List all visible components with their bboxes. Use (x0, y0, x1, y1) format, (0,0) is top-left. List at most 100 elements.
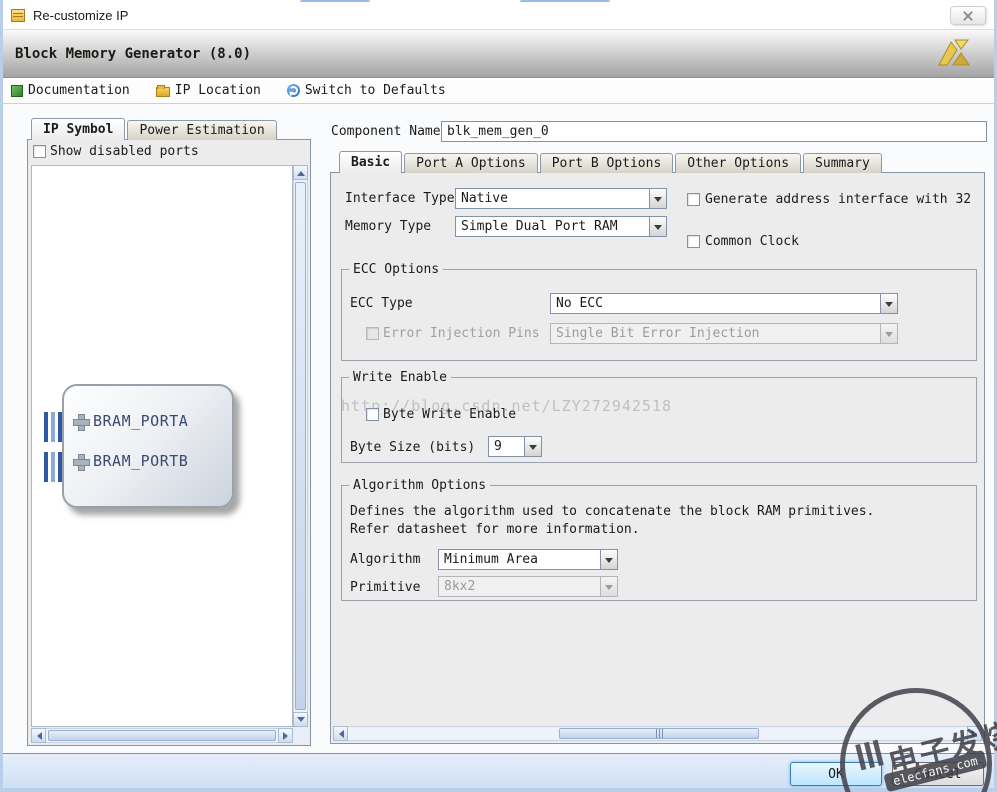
expand-port-icon[interactable] (73, 414, 88, 429)
ecc-type-select[interactable]: No ECC (550, 293, 898, 314)
byte-write-enable-checkbox[interactable] (366, 408, 379, 421)
scroll-left-button[interactable] (31, 728, 46, 743)
scroll-right-button[interactable] (967, 726, 982, 741)
interface-type-value: Native (461, 191, 508, 206)
algorithm-options-group: Algorithm Options Defines the algorithm … (341, 485, 977, 601)
dialog-icon (11, 9, 25, 22)
primitive-label: Primitive (350, 578, 420, 598)
chevron-down-icon (649, 217, 666, 236)
ecc-type-value: No ECC (556, 296, 603, 311)
title-bar: Re-customize IP (3, 2, 994, 30)
generate-address-checkbox[interactable] (687, 193, 700, 206)
scroll-grip-icon (656, 729, 663, 738)
byte-size-value: 9 (494, 439, 502, 454)
chevron-down-icon (649, 189, 666, 208)
documentation-button[interactable]: Documentation (11, 83, 130, 98)
left-panel: IP Symbol Power Estimation Show disabled… (27, 118, 311, 746)
show-disabled-ports-row: Show disabled ports (33, 144, 199, 159)
options-horizontal-scrollbar[interactable] (333, 726, 982, 741)
algorithm-select[interactable]: Minimum Area (438, 549, 618, 570)
chevron-down-icon (880, 294, 897, 313)
ip-location-label: IP Location (175, 83, 261, 98)
right-panel: Component Name Basic Port A Options Port… (327, 118, 988, 746)
scroll-thumb[interactable] (48, 730, 276, 741)
common-clock-checkbox[interactable] (687, 235, 700, 248)
memory-type-value: Simple Dual Port RAM (461, 219, 618, 234)
close-button[interactable] (950, 6, 986, 25)
dialog-header: Block Memory Generator (8.0) (3, 30, 994, 78)
footer-bar: OK Cancel (3, 754, 994, 788)
common-clock-label: Common Clock (705, 232, 799, 252)
algorithm-description-line1: Defines the algorithm used to concatenat… (350, 502, 874, 522)
memory-type-select[interactable]: Simple Dual Port RAM (455, 216, 667, 237)
documentation-label: Documentation (28, 83, 130, 98)
dialog-title: Re-customize IP (33, 8, 128, 23)
xilinx-logo-icon (936, 36, 972, 72)
bram-porta-row: BRAM_PORTA (73, 412, 188, 430)
documentation-icon (11, 85, 23, 97)
left-tab-strip: IP Symbol Power Estimation (31, 118, 277, 140)
recustomize-ip-dialog: Re-customize IP Block Memory Generator (… (0, 0, 997, 792)
scroll-down-button[interactable] (293, 712, 308, 727)
switch-to-defaults-label: Switch to Defaults (305, 83, 446, 98)
error-injection-select: Single Bit Error Injection (550, 323, 898, 344)
algorithm-options-title: Algorithm Options (349, 478, 490, 493)
error-injection-label: Error Injection Pins (383, 324, 540, 344)
port-a-bus-icon (44, 412, 62, 442)
scrollbar-corner (293, 728, 308, 743)
scroll-up-button[interactable] (293, 165, 308, 180)
interface-type-label: Interface Type (345, 189, 455, 209)
primitive-select: 8kx2 (438, 576, 618, 597)
page-title: Block Memory Generator (8.0) (15, 46, 251, 62)
bram-portb-row: BRAM_PORTB (73, 452, 188, 470)
switch-to-defaults-button[interactable]: Switch to Defaults (287, 83, 446, 98)
bram-symbol-block: BRAM_PORTA BRAM_PORTB (62, 384, 234, 508)
tab-power-estimation[interactable]: Power Estimation (127, 120, 276, 140)
show-disabled-ports-label: Show disabled ports (50, 144, 199, 159)
write-enable-title: Write Enable (349, 370, 451, 385)
chevron-down-icon (600, 550, 617, 569)
bram-porta-label: BRAM_PORTA (93, 412, 188, 430)
switch-defaults-icon (287, 84, 300, 97)
ok-button[interactable]: OK (790, 762, 882, 786)
algorithm-value: Minimum Area (444, 552, 538, 567)
cancel-button[interactable]: Cancel (892, 762, 984, 786)
window-frame (0, 788, 997, 792)
ip-symbol-canvas: BRAM_PORTA BRAM_PORTB (31, 165, 293, 727)
error-injection-value: Single Bit Error Injection (556, 326, 760, 341)
options-tab-strip: Basic Port A Options Port B Options Othe… (339, 151, 882, 173)
chevron-down-icon (524, 437, 541, 456)
ip-location-button[interactable]: IP Location (156, 83, 261, 98)
scroll-thumb[interactable] (559, 728, 759, 739)
component-name-input[interactable] (441, 121, 987, 142)
generate-address-label: Generate address interface with 32 (705, 190, 971, 210)
basic-tab-panel: http://blog.csdn.net/LZY272942518 Interf… (330, 172, 985, 744)
byte-size-label: Byte Size (bits) (350, 438, 475, 458)
interface-type-select[interactable]: Native (455, 188, 667, 209)
ecc-options-group: ECC Options ECC Type No ECC Error Inject… (341, 269, 977, 361)
left-horizontal-scrollbar[interactable] (31, 728, 293, 743)
tab-port-a-options[interactable]: Port A Options (404, 153, 538, 173)
tab-summary[interactable]: Summary (803, 153, 882, 173)
ip-symbol-panel: Show disabled ports BRAM_PORTA (27, 139, 311, 746)
chevron-down-icon (600, 577, 617, 596)
byte-size-select[interactable]: 9 (488, 436, 542, 457)
tab-basic[interactable]: Basic (339, 151, 402, 173)
algorithm-label: Algorithm (350, 550, 420, 570)
bram-portb-label: BRAM_PORTB (93, 452, 188, 470)
scroll-left-button[interactable] (333, 726, 348, 741)
tab-other-options[interactable]: Other Options (675, 153, 801, 173)
tab-ip-symbol[interactable]: IP Symbol (31, 118, 125, 140)
byte-write-enable-label: Byte Write Enable (383, 405, 516, 425)
primitive-value: 8kx2 (444, 579, 475, 594)
chevron-down-icon (880, 324, 897, 343)
left-vertical-scrollbar[interactable] (293, 165, 308, 727)
scroll-thumb[interactable] (295, 182, 306, 710)
scroll-right-button[interactable] (278, 728, 293, 743)
tab-port-b-options[interactable]: Port B Options (540, 153, 674, 173)
algorithm-description-line2: Refer datasheet for more information. (350, 520, 640, 540)
expand-port-icon[interactable] (73, 454, 88, 469)
memory-type-label: Memory Type (345, 217, 431, 237)
write-enable-group: Write Enable Byte Write Enable Byte Size… (341, 377, 977, 463)
show-disabled-ports-checkbox[interactable] (33, 145, 46, 158)
